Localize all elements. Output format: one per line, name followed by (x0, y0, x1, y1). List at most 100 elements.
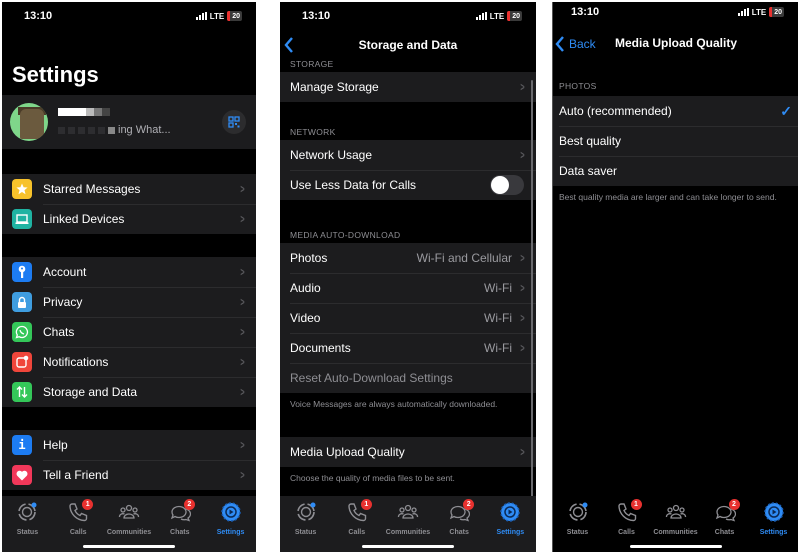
avatar[interactable] (10, 103, 48, 141)
settings-item-starred-messages[interactable]: Starred Messages > (2, 174, 256, 204)
tab-label: Settings (759, 529, 788, 536)
settings-item-privacy[interactable]: Privacy > (2, 287, 256, 317)
media-row-documents[interactable]: Documents Wi-Fi > (280, 333, 536, 363)
tab-calls[interactable]: 1 Calls (54, 499, 102, 536)
upload-quality-note: Choose the quality of media files to be … (290, 473, 455, 483)
chevron-right-icon: > (520, 251, 525, 265)
tab-label: Chats (170, 529, 190, 536)
tab-chats[interactable]: 2 Chats (435, 499, 483, 536)
badge-count: 1 (82, 499, 94, 510)
whatsapp-icon (12, 322, 32, 342)
status-icon (16, 501, 38, 528)
tab-label: Status (16, 529, 39, 536)
chevron-right-icon: > (240, 325, 245, 339)
tab-settings[interactable]: Settings (207, 501, 255, 536)
battery-icon: 20 (227, 11, 242, 21)
tab-label: Communities (106, 529, 152, 536)
option-best-quality[interactable]: Best quality (553, 126, 798, 156)
status-time: 13:10 (571, 6, 600, 18)
status-indicators: LTE 20 (475, 11, 522, 21)
communities-icon (665, 501, 687, 528)
signal-icon (195, 12, 207, 20)
settings-screen: 13:10 LTE 20 Settings ing What... Starre… (2, 2, 256, 552)
communities-icon (118, 501, 140, 528)
profile-status: ing What... (58, 124, 171, 136)
media-value: Wi-Fi (484, 341, 512, 355)
option-data-saver[interactable]: Data saver (553, 156, 798, 186)
tab-label: Calls (69, 529, 87, 536)
status-bar: 13:10 LTE 20 (553, 2, 798, 32)
reset-auto-download-button[interactable]: Reset Auto-Download Settings (280, 363, 536, 393)
qr-code-icon (228, 116, 240, 128)
tab-settings[interactable]: Settings (750, 501, 798, 536)
tab-chats[interactable]: 2 Chats (701, 499, 749, 536)
laptop-icon (12, 209, 32, 229)
network-type: LTE (751, 7, 767, 17)
use-less-data-toggle[interactable] (490, 175, 524, 195)
tab-status[interactable]: Status (554, 501, 602, 536)
nav-bar: Back Media Upload Quality (553, 30, 798, 58)
chevron-right-icon: > (240, 468, 245, 482)
network-usage-row[interactable]: Network Usage > (280, 140, 536, 170)
key-icon (12, 262, 32, 282)
notification-icon (12, 352, 32, 372)
tab-status[interactable]: Status (282, 501, 330, 536)
settings-item-tell-a-friend[interactable]: Tell a Friend > (2, 460, 256, 490)
settings-gear-icon (220, 501, 242, 528)
settings-item-storage-and-data[interactable]: Storage and Data > (2, 377, 256, 407)
chevron-right-icon: > (240, 212, 245, 226)
tab-label: Chats (449, 529, 469, 536)
nav-bar: Storage and Data (280, 32, 536, 60)
photo-quality-options: Auto (recommended) ✓ Best quality Data s… (553, 96, 798, 186)
chevron-right-icon: > (520, 341, 525, 355)
back-label: Back (569, 37, 596, 51)
media-row-photos[interactable]: Photos Wi-Fi and Cellular > (280, 243, 536, 273)
tab-label: Communities (653, 529, 698, 536)
settings-gear-icon (763, 501, 785, 528)
back-button[interactable]: Back (555, 30, 596, 52)
tab-bar: Status 1 Calls Communities 2 Chats Settings (2, 496, 256, 552)
chevron-right-icon: > (240, 438, 245, 452)
tab-calls[interactable]: 1 Calls (603, 499, 651, 536)
tab-communities[interactable]: Communities (105, 501, 153, 536)
signal-icon (737, 8, 749, 16)
storage-group: Manage Storage > (280, 72, 536, 102)
settings-item-help[interactable]: i Help > (2, 430, 256, 460)
arrows-updown-icon (12, 382, 32, 402)
tab-label: Calls (348, 529, 366, 536)
tab-calls[interactable]: 1 Calls (333, 499, 381, 536)
status-indicators: LTE 20 (737, 7, 784, 17)
status-time: 13:10 (302, 10, 331, 22)
qr-code-button[interactable] (222, 110, 246, 134)
signal-icon (475, 12, 487, 20)
option-auto-recommended[interactable]: Auto (recommended) ✓ (553, 96, 798, 126)
profile-card[interactable]: ing What... (2, 95, 256, 149)
settings-item-account[interactable]: Account > (2, 257, 256, 287)
scrollbar[interactable] (531, 80, 533, 500)
star-icon (12, 179, 32, 199)
quality-note: Best quality media are larger and can ta… (559, 192, 777, 202)
settings-group-3: i Help > Tell a Friend > (2, 430, 256, 490)
tab-chats[interactable]: 2 Chats (156, 499, 204, 536)
settings-gear-icon (499, 501, 521, 528)
chevron-right-icon: > (240, 295, 245, 309)
use-less-data-row: Use Less Data for Calls (280, 170, 536, 200)
chevron-right-icon: > (520, 281, 525, 295)
tab-settings[interactable]: Settings (486, 501, 534, 536)
tab-communities[interactable]: Communities (652, 501, 700, 536)
tab-communities[interactable]: Communities (384, 501, 432, 536)
media-value: Wi-Fi (484, 281, 512, 295)
tab-status[interactable]: Status (3, 501, 51, 536)
tab-label: Status (566, 529, 589, 536)
media-row-audio[interactable]: Audio Wi-Fi > (280, 273, 536, 303)
settings-group-2: Account > Privacy > Chats > Notification… (2, 257, 256, 407)
home-indicator (83, 545, 175, 548)
media-upload-quality-row[interactable]: Media Upload Quality > (280, 437, 536, 467)
media-row-video[interactable]: Video Wi-Fi > (280, 303, 536, 333)
settings-item-notifications[interactable]: Notifications > (2, 347, 256, 377)
settings-item-chats[interactable]: Chats > (2, 317, 256, 347)
badge-count: 1 (360, 499, 372, 510)
manage-storage-row[interactable]: Manage Storage > (280, 72, 536, 102)
settings-item-linked-devices[interactable]: Linked Devices > (2, 204, 256, 234)
status-time: 13:10 (24, 10, 53, 22)
